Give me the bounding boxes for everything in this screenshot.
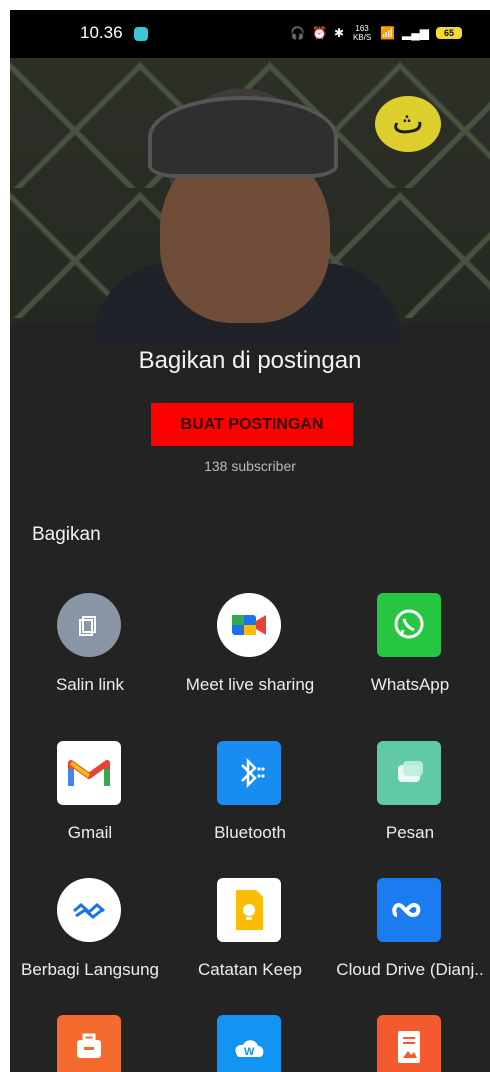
- alarm-icon: ⏰: [312, 26, 328, 40]
- app-notification-icon: [134, 27, 148, 41]
- share-app-copy-link[interactable]: Salin link: [10, 593, 170, 703]
- share-section-title: Bagikan: [32, 524, 101, 545]
- share-app-label: Bluetooth: [214, 823, 286, 842]
- video-thumbnail[interactable]: ث: [10, 58, 490, 343]
- cloud-drive-icon: [377, 878, 441, 942]
- share-app-meet[interactable]: Meet live sharing: [170, 593, 330, 703]
- bluetooth-icon: [217, 741, 281, 805]
- share-app-gmail[interactable]: Gmail: [10, 741, 170, 851]
- video-logo-badge: ث: [375, 96, 441, 152]
- status-icons: 🎧 ⏰ ✱ 163 KB/S 📶 ▂▄▆ 65: [290, 24, 462, 42]
- share-app-keep[interactable]: Catatan Keep: [170, 878, 330, 988]
- share-app-briefcase[interactable]: [10, 1015, 170, 1072]
- status-bar: 10.36 🎧 ⏰ ✱ 163 KB/S 📶 ▂▄▆ 65: [10, 10, 490, 58]
- document-image-icon: [377, 1015, 441, 1072]
- share-app-bluetooth[interactable]: Bluetooth: [170, 741, 330, 851]
- headphone-icon: 🎧: [290, 26, 306, 40]
- share-app-label: Berbagi Langsung: [20, 960, 159, 979]
- share-app-cloud-drive[interactable]: Cloud Drive (Dianj..: [330, 878, 490, 988]
- copy-icon: [57, 593, 121, 657]
- signal-icon: ▂▄▆: [402, 26, 429, 40]
- share-app-whatsapp[interactable]: WhatsApp: [330, 593, 490, 703]
- svg-text:W: W: [244, 1046, 255, 1058]
- direct-share-icon: [57, 878, 121, 942]
- create-post-button[interactable]: BUAT POSTINGAN: [151, 403, 353, 446]
- share-app-label: Meet live sharing: [185, 675, 315, 694]
- meet-icon: [217, 593, 281, 657]
- share-app-messages[interactable]: Pesan: [330, 741, 490, 851]
- bluetooth-status-icon: ✱: [334, 26, 345, 40]
- share-post-title: Bagikan di postingan: [138, 347, 362, 374]
- subscriber-count: 138 subscriber: [204, 458, 296, 474]
- wifi-icon: 📶: [380, 26, 396, 40]
- messages-icon: [377, 741, 441, 805]
- network-speed: 163 KB/S: [352, 24, 372, 42]
- person-cap: [148, 96, 338, 178]
- share-app-label: Catatan Keep: [198, 960, 302, 979]
- share-app-label: Gmail: [67, 823, 113, 842]
- share-app-wps-cloud[interactable]: W: [170, 1015, 330, 1072]
- status-time: 10.36: [80, 23, 123, 42]
- wps-cloud-icon: W: [217, 1015, 281, 1072]
- briefcase-icon: [57, 1015, 121, 1072]
- share-app-label: Salin link: [55, 675, 125, 694]
- share-app-label: Cloud Drive (Dianj..: [336, 960, 484, 979]
- share-app-label: Pesan: [385, 823, 435, 842]
- share-app-label: WhatsApp: [370, 675, 450, 694]
- keep-icon: [217, 878, 281, 942]
- whatsapp-icon: [377, 593, 441, 657]
- battery-icon: 65: [436, 27, 462, 39]
- gmail-icon: [57, 741, 121, 805]
- share-sheet-screen: 10.36 🎧 ⏰ ✱ 163 KB/S 📶 ▂▄▆ 65 ث Bagikan …: [10, 10, 490, 1072]
- share-app-direct-share[interactable]: Berbagi Langsung: [10, 878, 170, 988]
- share-app-document[interactable]: [330, 1015, 490, 1072]
